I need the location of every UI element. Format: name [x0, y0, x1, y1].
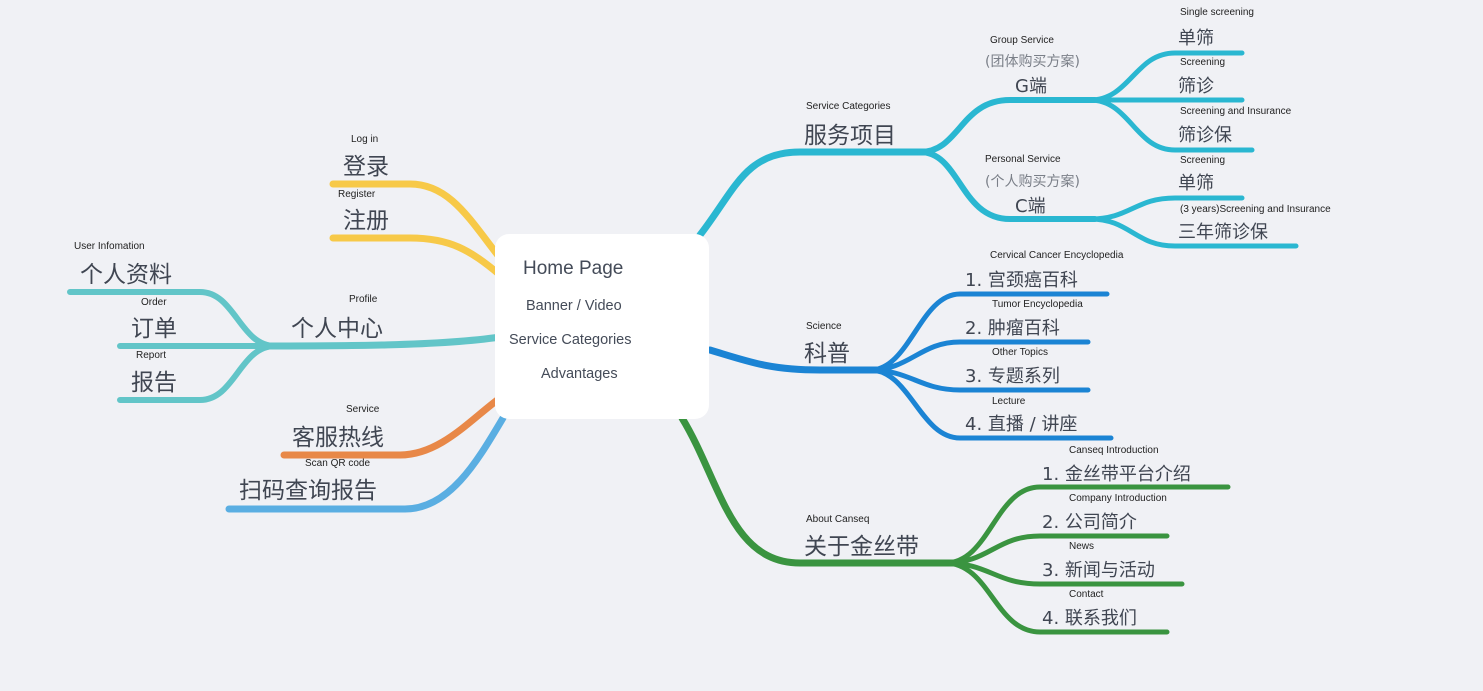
science-cn-label: 科普 — [804, 341, 850, 367]
user-info-en-label: User Infomation — [74, 241, 145, 252]
root-title: Home Page — [523, 258, 623, 279]
g-single-cn-label: 单筛 — [1178, 28, 1214, 49]
g-end-sub-label: (团体购买方案) — [985, 53, 1080, 70]
c-three-year-cn-label: 三年筛诊保 — [1178, 222, 1268, 243]
cervical-en-label: Cervical Cancer Encyclopedia — [990, 250, 1124, 261]
branch-science[interactable]: Science 科普 Cervical Cancer Encyclopedia … — [706, 250, 1124, 441]
cervical-cn-label: 1. 宫颈癌百科 — [965, 270, 1078, 291]
root-item-services: Service Categories — [509, 332, 632, 348]
g-end-cn-label: G端 — [1015, 76, 1047, 97]
about-en-label: About Canseq — [806, 514, 869, 525]
branch-about[interactable]: About Canseq 关于金丝带 Canseq Introduction 1… — [678, 414, 1231, 635]
g-screening-en-label: Screening — [1180, 57, 1225, 68]
c-end-sub-label: (个人购买方案) — [985, 173, 1080, 190]
order-cn-label: 订单 — [131, 316, 177, 342]
branch-service[interactable]: Service 客服热线 — [280, 394, 504, 459]
service-cn-label: 客服热线 — [292, 425, 384, 451]
lecture-en-label: Lecture — [992, 396, 1026, 407]
service-en-label: Service — [346, 404, 380, 415]
lecture-cn-label: 4. 直播 / 讲座 — [965, 414, 1077, 435]
branch-line-company — [942, 533, 1170, 566]
root-item-advantages: Advantages — [541, 366, 618, 382]
login-en-label: Log in — [351, 134, 378, 145]
branch-line-g-end — [917, 97, 1098, 155]
root-item-banner: Banner / Video — [526, 298, 622, 314]
branch-register[interactable]: Register 注册 — [329, 189, 504, 279]
user-info-cn-label: 个人资料 — [80, 262, 172, 288]
g-end-en-label: Group Service — [990, 35, 1054, 46]
g-insurance-en-label: Screening and Insurance — [1180, 106, 1292, 117]
company-cn-label: 2. 公司简介 — [1042, 512, 1137, 533]
news-cn-label: 3. 新闻与活动 — [1042, 560, 1155, 581]
topics-cn-label: 3. 专题系列 — [965, 366, 1060, 387]
c-single-en-label: Screening — [1180, 155, 1225, 166]
news-en-label: News — [1069, 541, 1094, 552]
branch-line-science — [706, 346, 884, 374]
profile-cn-label: 个人中心 — [291, 316, 383, 342]
tumor-cn-label: 2. 肿瘤百科 — [965, 318, 1060, 339]
branch-line-register — [329, 234, 504, 279]
branch-profile[interactable]: Profile 个人中心 User Infomation 个人资料 Order … — [67, 241, 504, 403]
login-cn-label: 登录 — [343, 154, 389, 180]
g-screening-cn-label: 筛诊 — [1178, 76, 1214, 97]
contact-cn-label: 4. 联系我们 — [1042, 608, 1137, 629]
about-cn-label: 关于金丝带 — [804, 534, 919, 560]
scan-en-label: Scan QR code — [305, 458, 370, 469]
profile-en-label: Profile — [349, 294, 378, 305]
c-end-en-label: Personal Service — [985, 154, 1061, 165]
mindmap-canvas: Log in 登录 Register 注册 Profile 个人中心 User … — [67, 7, 1331, 635]
report-cn-label: 报告 — [131, 370, 177, 396]
services-en-label: Service Categories — [806, 101, 890, 112]
company-en-label: Company Introduction — [1069, 493, 1167, 504]
c-three-year-en-label: (3 years)Screening and Insurance — [1180, 204, 1331, 215]
scan-cn-label: 扫码查询报告 — [239, 478, 377, 504]
platform-cn-label: 1. 金丝带平台介绍 — [1042, 464, 1191, 485]
platform-en-label: Canseq Introduction — [1069, 445, 1159, 456]
branch-services[interactable]: Service Categories 服务项目 Group Service (团… — [696, 7, 1331, 249]
report-en-label: Report — [136, 350, 166, 361]
g-insurance-cn-label: 筛诊保 — [1178, 125, 1232, 146]
register-cn-label: 注册 — [343, 208, 389, 234]
g-single-en-label: Single screening — [1180, 7, 1254, 18]
order-en-label: Order — [141, 297, 167, 308]
register-en-label: Register — [338, 189, 376, 200]
c-end-cn-label: C端 — [1015, 196, 1046, 217]
tumor-en-label: Tumor Encyclopedia — [992, 299, 1083, 310]
services-cn-label: 服务项目 — [804, 123, 896, 149]
root-node[interactable]: Home Page Banner / Video Service Categor… — [495, 234, 709, 419]
branch-line-services — [696, 148, 929, 239]
c-single-cn-label: 单筛 — [1178, 173, 1214, 194]
topics-en-label: Other Topics — [992, 347, 1048, 358]
contact-en-label: Contact — [1069, 589, 1104, 600]
science-en-label: Science — [806, 321, 842, 332]
